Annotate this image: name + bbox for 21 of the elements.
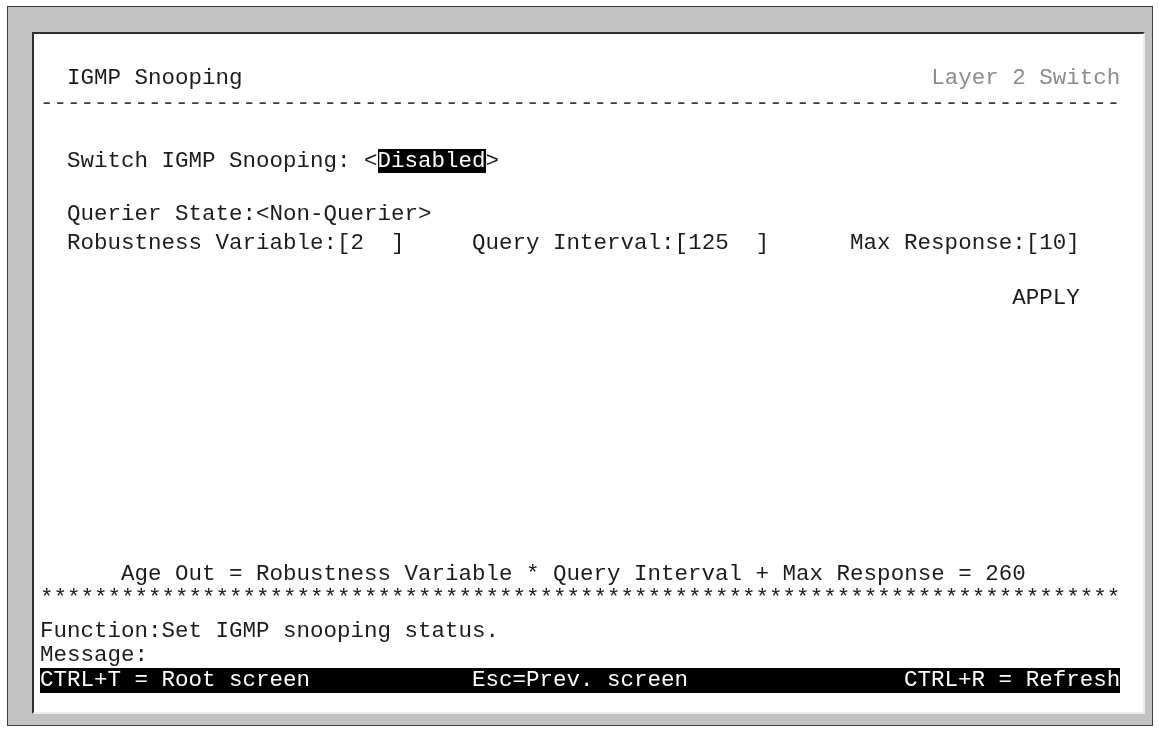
number-field[interactable]: [125 ] bbox=[674, 231, 770, 255]
field-label: Querier State: bbox=[67, 202, 257, 226]
asterisk-separator: ******************************************************************************** bbox=[40, 585, 1121, 611]
device-label: Layer 2 Switch bbox=[931, 66, 1121, 90]
hotkey-hint: CTRL+R = Refresh bbox=[904, 668, 1121, 693]
function-label: Function: bbox=[40, 618, 162, 644]
formula-text: Age Out = Robustness Variable * Query Interval + Max Response = 260 bbox=[121, 561, 1026, 587]
field-label: Switch IGMP Snooping: bbox=[67, 149, 351, 173]
state-field: <Non-Querier> bbox=[256, 202, 432, 226]
field-label: Robustness Variable: bbox=[67, 231, 338, 255]
number-field[interactable]: [2 ] bbox=[337, 231, 405, 255]
apply-button[interactable]: APPLY bbox=[1012, 286, 1080, 310]
dashed-separator: -------------------------------------------------------------------------------- bbox=[40, 90, 1121, 116]
field-label: Query Interval: bbox=[472, 231, 675, 255]
message-label: Message: bbox=[40, 642, 149, 668]
function-text: Set IGMP snooping status. bbox=[161, 618, 500, 644]
hotkey-hint: Esc=Prev. screen bbox=[472, 668, 690, 693]
number-field[interactable]: [10] bbox=[1025, 231, 1080, 255]
hotkey-hint: CTRL+T = Root screen bbox=[40, 668, 312, 693]
field-label: Max Response: bbox=[850, 231, 1026, 255]
screen-title: IGMP Snooping bbox=[67, 66, 243, 90]
